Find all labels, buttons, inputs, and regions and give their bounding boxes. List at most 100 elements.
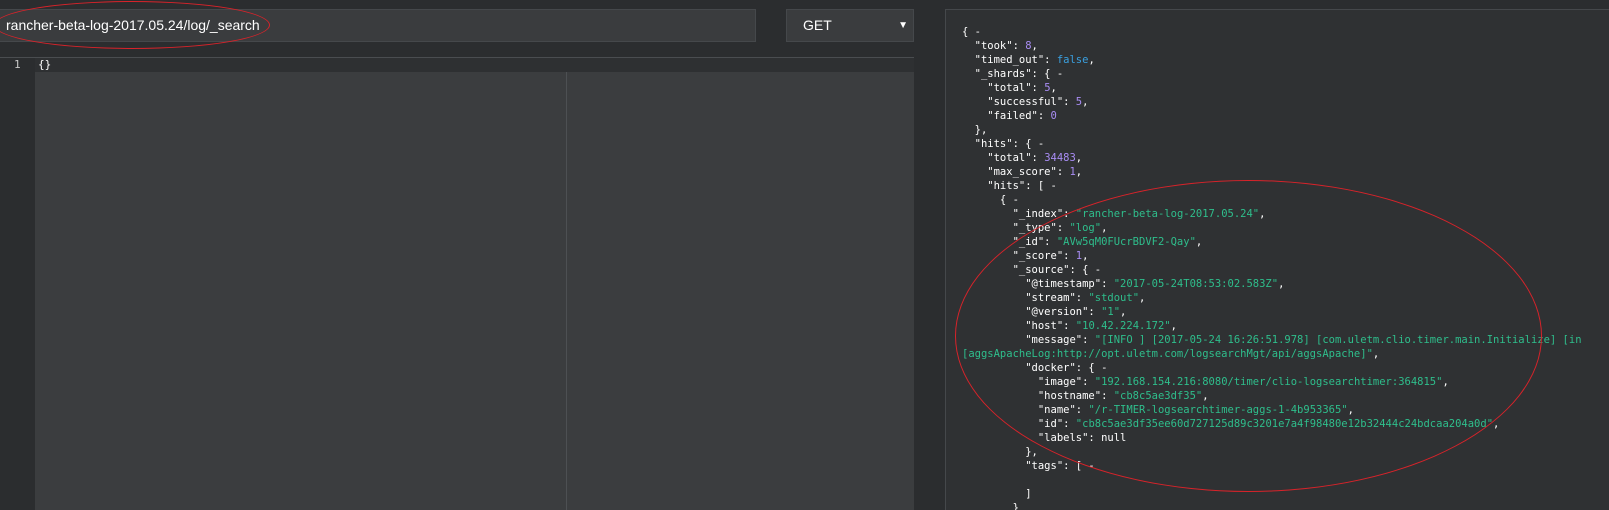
response-line: { - <box>962 193 1609 207</box>
url-input[interactable]: rancher-beta-log-2017.05.24/log/_search <box>0 9 756 42</box>
response-token: false <box>1056 54 1089 66</box>
response-token: }, <box>962 446 1038 458</box>
response-line: "docker": { - <box>962 361 1609 375</box>
line-number: 1 <box>14 58 21 71</box>
response-token: , <box>1075 152 1083 164</box>
response-token: , <box>1347 404 1354 416</box>
response-token: { - <box>962 194 1019 206</box>
response-token: "rancher-beta-log-2017.05.24" <box>1075 208 1260 220</box>
response-token: "labels": null <box>962 432 1127 444</box>
response-token: { - <box>962 26 981 38</box>
response-token: ] <box>962 488 1032 500</box>
response-token: "_type": <box>962 222 1070 234</box>
response-line <box>962 473 1609 487</box>
response-token: "@timestamp": <box>962 278 1114 290</box>
response-line: "host": "10.42.224.172", <box>962 319 1609 333</box>
response-line: "image": "192.168.154.216:8080/timer/cli… <box>962 375 1609 389</box>
response-token: [aggsApacheLog:http://opt.uletm.com/logs… <box>962 348 1373 360</box>
response-token: "image": <box>962 376 1095 388</box>
response-token: , <box>1088 54 1095 66</box>
response-token: "_shards": { - <box>962 68 1064 80</box>
response-line: "failed": 0 <box>962 109 1609 123</box>
response-output-panel[interactable]: { - "took": 8, "timed_out": false, "_sha… <box>945 9 1609 510</box>
line-gutter: 1 <box>0 58 35 510</box>
response-line: "total": 5, <box>962 81 1609 95</box>
response-token: , <box>1050 82 1057 94</box>
response-token: "message": <box>962 334 1095 346</box>
response-line: "message": "[INFO ] [2017-05-24 16:26:51… <box>962 333 1609 347</box>
response-token: , <box>1278 278 1285 290</box>
response-line: "_source": { - <box>962 263 1609 277</box>
response-token: , <box>1372 348 1380 360</box>
response-token: "failed": <box>962 110 1051 122</box>
response-token: "hits": { - <box>962 138 1045 150</box>
response-line: "_shards": { - <box>962 67 1609 81</box>
response-token: "total": <box>962 152 1045 164</box>
response-line: [aggsApacheLog:http://opt.uletm.com/logs… <box>962 347 1609 361</box>
response-token: "docker": { - <box>962 362 1108 374</box>
method-label: GET <box>803 17 832 33</box>
response-token: , <box>1195 236 1203 248</box>
response-line: { - <box>962 25 1609 39</box>
response-token: "/r-TIMER-logsearchtimer-aggs-1-4b953365… <box>1088 404 1348 416</box>
response-line: "@timestamp": "2017-05-24T08:53:02.583Z"… <box>962 277 1609 291</box>
response-token: "2017-05-24T08:53:02.583Z" <box>1113 278 1279 290</box>
response-token: "cb8c5ae3df35ee60d727125d89c3201e7a4f984… <box>1075 418 1494 430</box>
response-line: "_id": "AVw5qM0FUcrBDVF2-Qay", <box>962 235 1609 249</box>
response-token: "timed_out": <box>962 54 1057 66</box>
response-token: "192.168.154.216:8080/timer/clio-logsear… <box>1094 376 1443 388</box>
response-line: "total": 34483, <box>962 151 1609 165</box>
response-token: "total": <box>962 82 1045 94</box>
response-token: 0 <box>1050 110 1057 122</box>
response-json: { - "took": 8, "timed_out": false, "_sha… <box>962 25 1609 510</box>
method-select[interactable]: GET ▼ <box>786 9 914 42</box>
response-line: "tags": [ - <box>962 459 1609 473</box>
response-token: "cb8c5ae3df35" <box>1113 390 1203 402</box>
app-root: rancher-beta-log-2017.05.24/log/_search … <box>0 0 1609 510</box>
response-line: "hostname": "cb8c5ae3df35", <box>962 389 1609 403</box>
response-token: "1" <box>1101 306 1121 318</box>
response-token: "id": <box>962 418 1076 430</box>
print-margin <box>566 72 567 510</box>
active-line-highlight <box>35 58 914 72</box>
response-token: , <box>1202 390 1209 402</box>
response-token: "_source": { - <box>962 264 1102 276</box>
response-line: "successful": 5, <box>962 95 1609 109</box>
response-token: , <box>1170 320 1177 332</box>
code-line: {} <box>38 58 52 71</box>
response-line: "hits": { - <box>962 137 1609 151</box>
response-line: "hits": [ - <box>962 179 1609 193</box>
response-line: } <box>962 501 1609 510</box>
request-body-editor[interactable]: 1 {} <box>0 57 914 510</box>
response-token: "[INFO ] [2017-05-24 16:26:51.978] [com.… <box>1094 334 1582 346</box>
response-token: "stream": <box>962 292 1089 304</box>
response-line: "stream": "stdout", <box>962 291 1609 305</box>
response-token: "log" <box>1069 222 1102 234</box>
response-token: , <box>1082 250 1089 262</box>
response-token: , <box>1101 222 1108 234</box>
response-line: "timed_out": false, <box>962 53 1609 67</box>
response-token: "stdout" <box>1088 292 1140 304</box>
response-token: , <box>1139 292 1146 304</box>
response-token: "name": <box>962 404 1089 416</box>
response-line: }, <box>962 445 1609 459</box>
response-token: "hits": [ - <box>962 180 1057 192</box>
response-line: "name": "/r-TIMER-logsearchtimer-aggs-1-… <box>962 403 1609 417</box>
response-line: "took": 8, <box>962 39 1609 53</box>
response-token: "10.42.224.172" <box>1075 320 1171 332</box>
response-token: , <box>1493 418 1500 430</box>
response-token: , <box>1082 96 1089 108</box>
response-token: 34483 <box>1044 152 1076 164</box>
response-line: "labels": null <box>962 431 1609 445</box>
response-token: "_index": <box>962 208 1076 220</box>
response-token: "tags": [ - <box>962 460 1095 472</box>
response-line: "_score": 1, <box>962 249 1609 263</box>
response-token: "_score": <box>962 250 1076 262</box>
response-token: , <box>1259 208 1266 220</box>
response-token: "_id": <box>962 236 1057 248</box>
response-token: } <box>962 502 1019 510</box>
response-token: }, <box>962 124 988 136</box>
response-token: "host": <box>962 320 1076 332</box>
response-token: "hostname": <box>962 390 1114 402</box>
response-line: "_type": "log", <box>962 221 1609 235</box>
